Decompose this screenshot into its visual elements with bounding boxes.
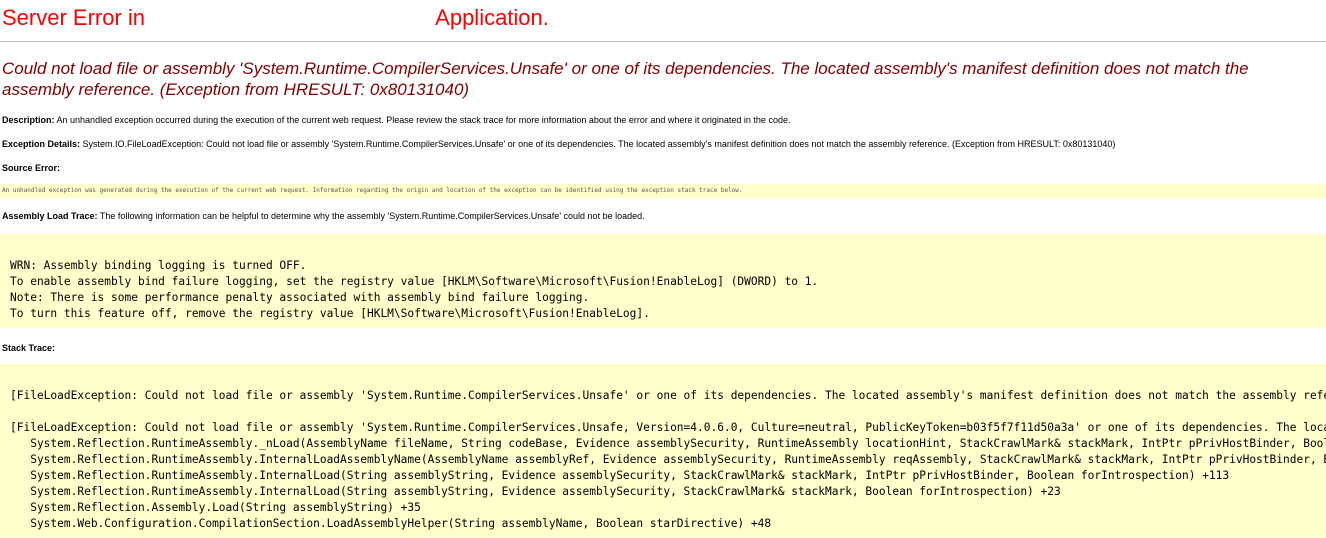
exception-details-label: Exception Details:: [2, 139, 81, 149]
assembly-load-trace-code: WRN: Assembly binding logging is turned …: [10, 258, 1326, 322]
header-divider: [0, 41, 1326, 42]
stack-trace-line: [FileLoadException: Could not load file …: [10, 389, 1326, 402]
stack-trace-line: [FileLoadException: Could not load file …: [10, 421, 1326, 434]
assembly-load-trace-line: Assembly Load Trace: The following infor…: [2, 210, 645, 222]
description-label: Description:: [2, 115, 55, 125]
stack-trace-line: System.Reflection.RuntimeAssembly._nLoad…: [30, 437, 1326, 450]
exception-details-text: System.IO.FileLoadException: Could not l…: [82, 139, 1116, 149]
assembly-load-trace-line: To turn this feature off, remove the reg…: [10, 307, 650, 320]
stack-trace-line: System.Reflection.RuntimeAssembly.Intern…: [10, 469, 1230, 482]
description-line: Description: An unhandled exception occu…: [2, 114, 790, 126]
assembly-load-trace-block: WRN: Assembly binding logging is turned …: [0, 234, 1326, 328]
assembly-load-trace-line: WRN: Assembly binding logging is turned …: [10, 259, 307, 272]
stack-trace-line: System.Reflection.RuntimeAssembly.Intern…: [30, 453, 1326, 466]
source-error-block: An unhandled exception was generated dur…: [0, 184, 1326, 198]
assembly-load-trace-line: To enable assembly bind failure logging,…: [10, 275, 819, 288]
stack-trace-heading: Stack Trace:: [2, 342, 55, 354]
stack-trace-label: Stack Trace:: [2, 343, 56, 353]
redacted-app-name: [151, 24, 435, 25]
assembly-load-trace-label: Assembly Load Trace:: [2, 211, 98, 221]
assembly-load-trace-line: Note: There is some performance penalty …: [10, 291, 590, 304]
stack-trace-line: System.Reflection.RuntimeAssembly.Intern…: [10, 485, 1061, 498]
exception-details-line: Exception Details: System.IO.FileLoadExc…: [2, 138, 1115, 150]
page-title: Server Error in Application.: [2, 4, 549, 32]
stack-trace-code: [FileLoadException: Could not load file …: [10, 388, 1326, 532]
stack-trace-block: [FileLoadException: Could not load file …: [0, 364, 1326, 538]
source-error-label: Source Error:: [2, 163, 61, 173]
source-error-heading: Source Error:: [2, 162, 60, 174]
description-text: An unhandled exception occurred during t…: [56, 115, 791, 125]
title-prefix: Server Error in: [2, 5, 152, 30]
stack-trace-line: System.Web.Configuration.CompilationSect…: [10, 517, 772, 530]
stack-trace-line: System.Reflection.Assembly.Load(String a…: [10, 501, 421, 514]
title-suffix: Application.: [435, 5, 549, 30]
stack-trace-line: [10, 404, 1326, 420]
assembly-load-trace-text: The following information can be helpful…: [99, 211, 645, 221]
error-message: Could not load file or assembly 'System.…: [2, 59, 1249, 99]
